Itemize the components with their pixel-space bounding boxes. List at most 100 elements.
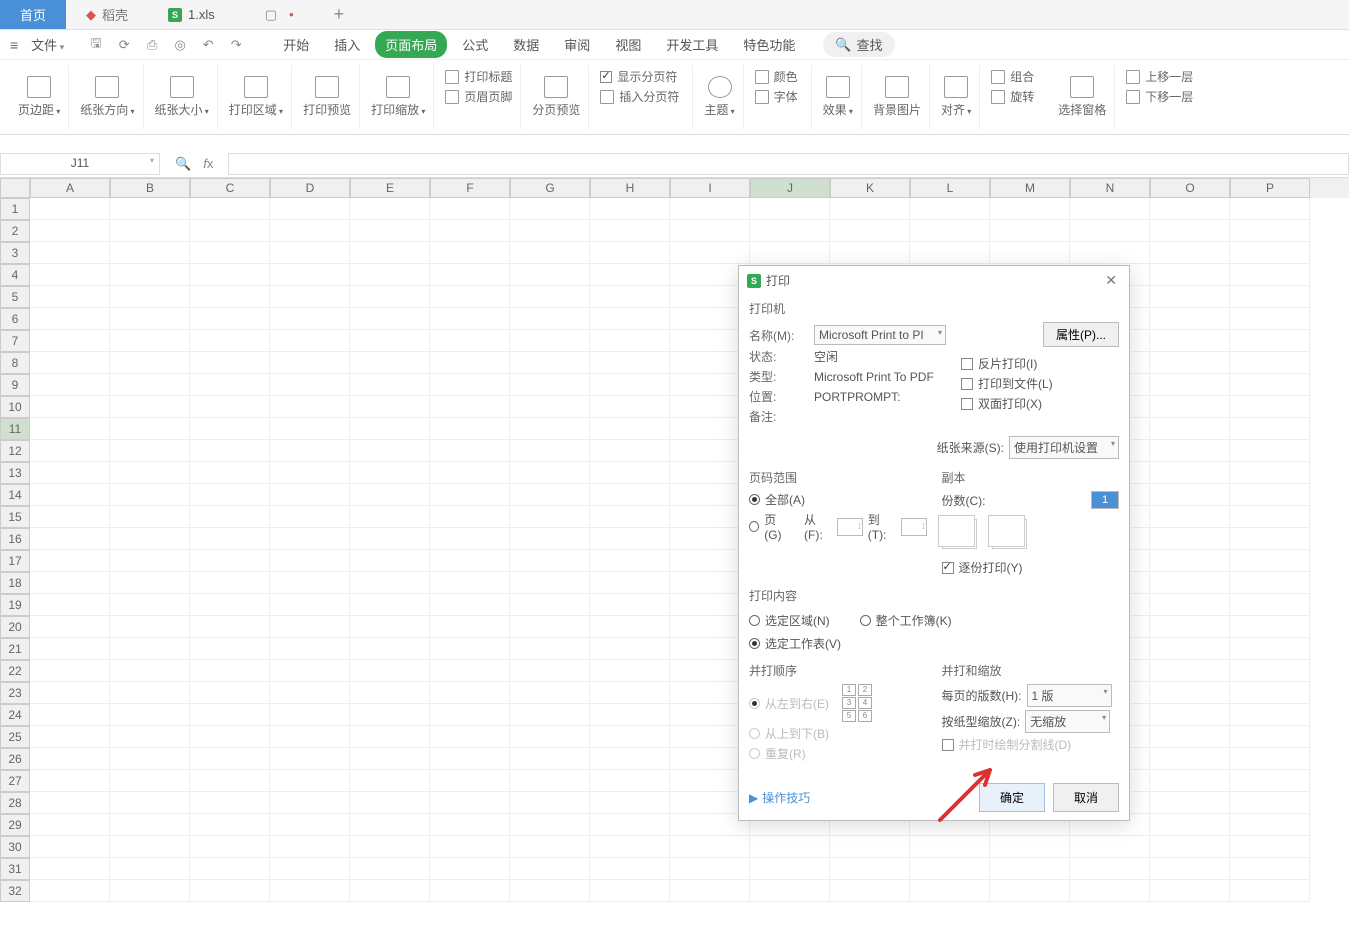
cell[interactable] xyxy=(430,308,510,330)
cell[interactable] xyxy=(510,484,590,506)
cell[interactable] xyxy=(30,506,110,528)
cell[interactable] xyxy=(190,638,270,660)
cell[interactable] xyxy=(350,264,430,286)
cell[interactable] xyxy=(590,462,670,484)
cell[interactable] xyxy=(270,286,350,308)
cell[interactable] xyxy=(430,330,510,352)
cell[interactable] xyxy=(30,814,110,836)
row-header-4[interactable]: 4 xyxy=(0,264,30,286)
col-header-F[interactable]: F xyxy=(430,178,510,198)
cell[interactable] xyxy=(350,286,430,308)
cell[interactable] xyxy=(190,418,270,440)
cell[interactable] xyxy=(110,682,190,704)
cell[interactable] xyxy=(1230,330,1310,352)
redo-icon[interactable]: ↷ xyxy=(227,36,245,54)
cell[interactable] xyxy=(1230,550,1310,572)
cell[interactable] xyxy=(590,748,670,770)
cell[interactable] xyxy=(1230,374,1310,396)
cell[interactable] xyxy=(110,638,190,660)
cell[interactable] xyxy=(270,550,350,572)
cell[interactable] xyxy=(910,836,990,858)
col-header-B[interactable]: B xyxy=(110,178,190,198)
page-radio[interactable]: 页(G) 从(F): 到(T): xyxy=(749,511,927,542)
ribbon-insertbreak[interactable]: 插入分页符 xyxy=(600,88,684,105)
col-header-C[interactable]: C xyxy=(190,178,270,198)
ribbon-tab-data[interactable]: 数据 xyxy=(503,31,549,58)
cell[interactable] xyxy=(590,506,670,528)
cell[interactable] xyxy=(1150,462,1230,484)
save-as-icon[interactable]: ⟳ xyxy=(115,36,133,54)
preview-icon[interactable]: ◎ xyxy=(171,36,189,54)
cell[interactable] xyxy=(1070,198,1150,220)
cell[interactable] xyxy=(510,264,590,286)
cell[interactable] xyxy=(350,528,430,550)
cell[interactable] xyxy=(1150,748,1230,770)
cell[interactable] xyxy=(30,396,110,418)
cell[interactable] xyxy=(1230,242,1310,264)
cell[interactable] xyxy=(30,572,110,594)
cell[interactable] xyxy=(830,242,910,264)
ribbon-tab-view[interactable]: 视图 xyxy=(605,31,651,58)
cell[interactable] xyxy=(1150,484,1230,506)
cell[interactable] xyxy=(190,286,270,308)
cell[interactable] xyxy=(190,880,270,902)
cell[interactable] xyxy=(1150,814,1230,836)
col-header-K[interactable]: K xyxy=(830,178,910,198)
row-header-20[interactable]: 20 xyxy=(0,616,30,638)
cell[interactable] xyxy=(430,264,510,286)
row-header-21[interactable]: 21 xyxy=(0,638,30,660)
row-header-16[interactable]: 16 xyxy=(0,528,30,550)
cell[interactable] xyxy=(590,638,670,660)
cell[interactable] xyxy=(190,528,270,550)
cell[interactable] xyxy=(350,506,430,528)
row-header-22[interactable]: 22 xyxy=(0,660,30,682)
cell[interactable] xyxy=(270,374,350,396)
ribbon-color[interactable]: 颜色 xyxy=(755,68,803,85)
cell[interactable] xyxy=(510,880,590,902)
cell[interactable] xyxy=(350,638,430,660)
cell[interactable] xyxy=(510,638,590,660)
cell[interactable] xyxy=(270,814,350,836)
cell[interactable] xyxy=(590,330,670,352)
cell[interactable] xyxy=(1150,616,1230,638)
cell[interactable] xyxy=(510,418,590,440)
col-header-L[interactable]: L xyxy=(910,178,990,198)
cell[interactable] xyxy=(430,396,510,418)
cell[interactable] xyxy=(990,242,1070,264)
ribbon-margin[interactable]: 页边距 xyxy=(10,65,69,129)
row-header-1[interactable]: 1 xyxy=(0,198,30,220)
cell[interactable] xyxy=(190,308,270,330)
cell[interactable] xyxy=(750,242,830,264)
cell[interactable] xyxy=(430,418,510,440)
cell[interactable] xyxy=(1230,660,1310,682)
cell[interactable] xyxy=(350,682,430,704)
add-tab-button[interactable]: + xyxy=(334,4,345,25)
cell[interactable] xyxy=(1150,880,1230,902)
cell[interactable] xyxy=(30,770,110,792)
cell[interactable] xyxy=(510,440,590,462)
row-header-10[interactable]: 10 xyxy=(0,396,30,418)
cell[interactable] xyxy=(590,814,670,836)
cell[interactable] xyxy=(270,330,350,352)
cell[interactable] xyxy=(270,660,350,682)
cancel-button[interactable]: 取消 xyxy=(1053,783,1119,812)
cell[interactable] xyxy=(190,330,270,352)
cell[interactable] xyxy=(350,308,430,330)
cell[interactable] xyxy=(270,704,350,726)
cell[interactable] xyxy=(110,396,190,418)
sheets-radio[interactable]: 选定工作表(V) xyxy=(749,635,1119,652)
row-header-28[interactable]: 28 xyxy=(0,792,30,814)
ribbon-tab-pagelayout[interactable]: 页面布局 xyxy=(375,31,447,58)
cell[interactable] xyxy=(1150,374,1230,396)
cell[interactable] xyxy=(190,396,270,418)
cell[interactable] xyxy=(30,352,110,374)
save-icon[interactable]: 🖫 xyxy=(87,36,105,54)
ribbon-selectpane[interactable]: 选择窗格 xyxy=(1050,65,1115,129)
cell[interactable] xyxy=(270,308,350,330)
col-header-I[interactable]: I xyxy=(670,178,750,198)
scale-paper-dropdown[interactable]: 无缩放 xyxy=(1025,710,1110,733)
cell[interactable] xyxy=(110,814,190,836)
cell[interactable] xyxy=(750,198,830,220)
row-header-17[interactable]: 17 xyxy=(0,550,30,572)
file-menu[interactable]: 文件 xyxy=(26,35,69,54)
